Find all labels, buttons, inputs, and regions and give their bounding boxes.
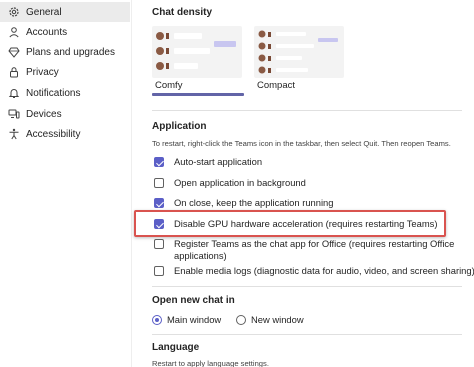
language-hint: Restart to apply language settings. <box>152 359 269 367</box>
media-logs-checkbox[interactable] <box>154 266 164 276</box>
option-register-office[interactable]: Register Teams as the chat app for Offic… <box>154 238 454 262</box>
option-label: On close, keep the application running <box>174 197 334 208</box>
sidebar-item-label: Plans and upgrades <box>26 46 115 58</box>
sidebar-item-label: Accounts <box>26 26 68 38</box>
sidebar-item-general[interactable]: General <box>0 2 130 22</box>
bell-icon <box>8 87 20 99</box>
density-label-comfy: Comfy <box>155 80 183 91</box>
density-option-comfy[interactable]: Comfy <box>152 26 244 96</box>
option-label: Disable GPU hardware acceleration (requi… <box>174 218 438 229</box>
sidebar-item-accounts[interactable]: Accounts <box>0 22 130 42</box>
compact-preview <box>254 26 344 78</box>
chat-density-heading: Chat density <box>152 7 213 18</box>
section-divider <box>152 110 462 111</box>
keep-running-checkbox[interactable] <box>154 198 164 208</box>
lock-icon <box>8 66 20 78</box>
disable-gpu-checkbox[interactable] <box>154 219 164 229</box>
sidebar-item-notifications[interactable]: Notifications <box>0 83 130 103</box>
register-office-checkbox[interactable] <box>154 239 164 249</box>
person-icon <box>8 26 20 38</box>
option-label: Open application in background <box>174 177 306 188</box>
option-label: Enable media logs (diagnostic data for a… <box>174 265 474 276</box>
sidebar-item-plans[interactable]: Plans and upgrades <box>0 42 130 62</box>
auto-start-checkbox[interactable] <box>154 157 164 167</box>
sidebar-item-label: General <box>26 6 62 18</box>
option-disable-gpu[interactable]: Disable GPU hardware acceleration (requi… <box>154 218 437 230</box>
sidebar-item-label: Privacy <box>26 66 59 78</box>
density-label-compact: Compact <box>257 80 296 91</box>
new-window-radio[interactable] <box>236 314 246 325</box>
sidebar-item-devices[interactable]: Devices <box>0 104 130 124</box>
density-option-compact[interactable]: Compact <box>254 26 344 96</box>
option-label-line2: applications) <box>174 250 227 261</box>
accessibility-icon <box>8 128 20 140</box>
main-window-radio[interactable] <box>152 314 162 325</box>
sidebar-item-privacy[interactable]: Privacy <box>0 62 130 82</box>
settings-content: Chat density Comfy Compact Application T… <box>132 0 474 367</box>
option-auto-start[interactable]: Auto-start application <box>154 156 262 168</box>
sidebar-item-accessibility[interactable]: Accessibility <box>0 124 130 144</box>
option-media-logs[interactable]: Enable media logs (diagnostic data for a… <box>154 265 474 277</box>
application-hint: To restart, right-click the Teams icon i… <box>152 139 451 148</box>
radio-label: Main window <box>167 314 222 325</box>
radio-new-window[interactable]: New window <box>236 314 304 325</box>
option-label-line1: Register Teams as the chat app for Offic… <box>174 238 455 249</box>
option-keep-running[interactable]: On close, keep the application running <box>154 197 333 209</box>
devices-icon <box>8 108 20 120</box>
open-background-checkbox[interactable] <box>154 178 164 188</box>
sidebar-item-label: Devices <box>26 108 62 120</box>
density-selected-indicator <box>152 93 244 96</box>
section-divider <box>152 286 462 287</box>
option-label-multiline: Register Teams as the chat app for Offic… <box>174 238 454 262</box>
section-divider <box>152 334 462 335</box>
application-heading: Application <box>152 121 207 132</box>
diamond-icon <box>8 46 20 58</box>
radio-label: New window <box>251 314 304 325</box>
sidebar-item-label: Accessibility <box>26 128 81 140</box>
radio-main-window[interactable]: Main window <box>152 314 221 325</box>
settings-sidebar: General Accounts Plans and upgrades Priv… <box>0 0 132 367</box>
sidebar-item-label: Notifications <box>26 87 81 99</box>
open-new-chat-heading: Open new chat in <box>152 295 235 306</box>
option-open-background[interactable]: Open application in background <box>154 177 306 189</box>
gear-icon <box>8 6 20 18</box>
language-heading: Language <box>152 342 200 353</box>
comfy-preview <box>152 26 242 78</box>
option-label: Auto-start application <box>174 156 263 167</box>
